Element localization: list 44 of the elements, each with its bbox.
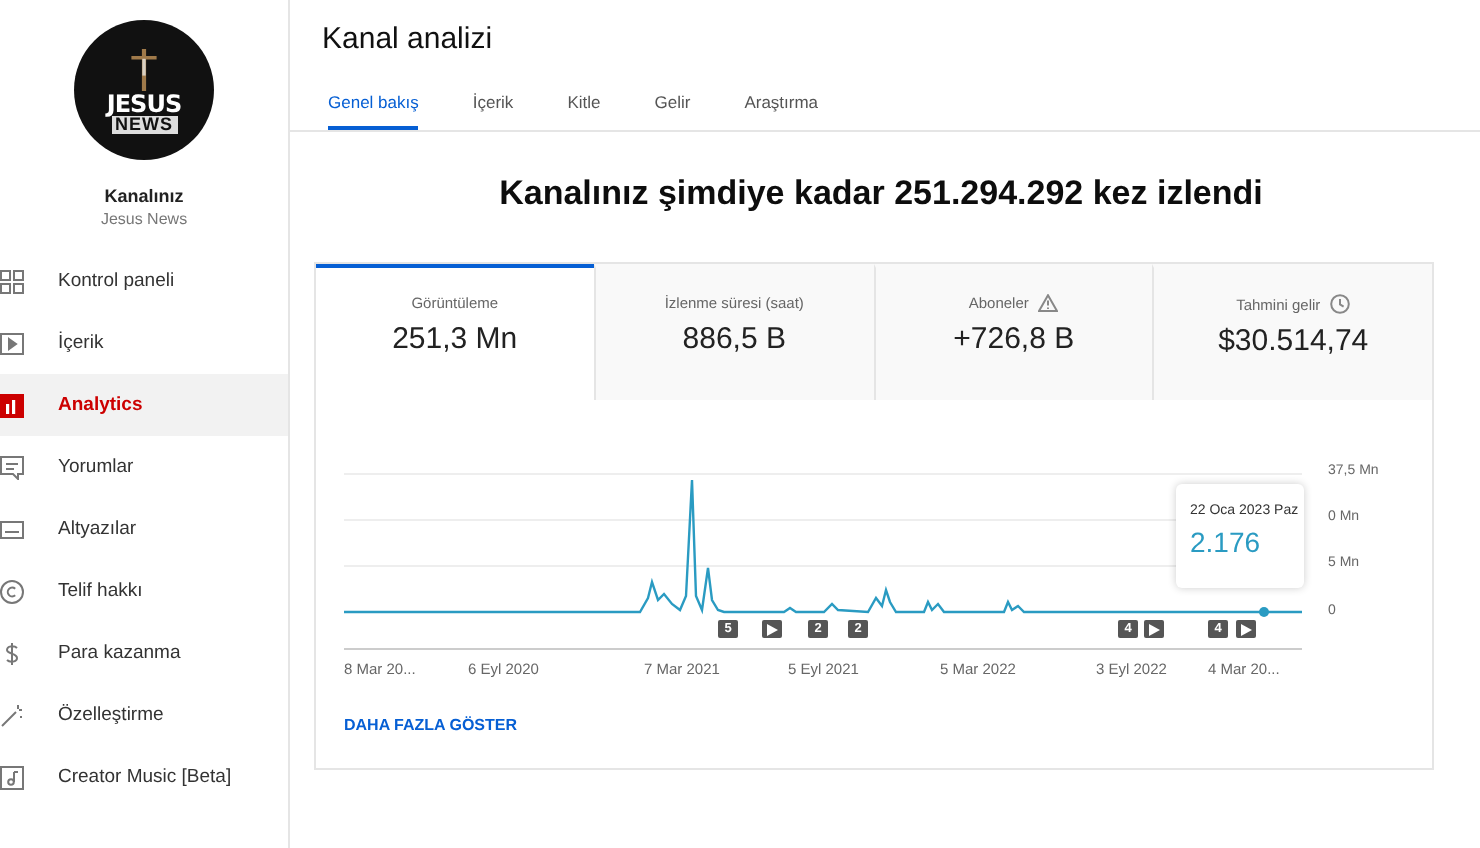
nav-item[interactable]: Kontrol paneli bbox=[0, 250, 288, 312]
metric-value: 251,3 Mn bbox=[392, 322, 518, 356]
play-icon bbox=[0, 331, 24, 355]
bar-chart-icon bbox=[0, 393, 24, 417]
tab[interactable]: İçerik bbox=[472, 88, 514, 130]
subtitles-icon bbox=[0, 517, 24, 541]
tab[interactable]: Genel bakış bbox=[328, 88, 419, 130]
metric-value: 886,5 B bbox=[682, 322, 786, 356]
tab[interactable]: Kitle bbox=[567, 88, 601, 130]
nav-item[interactable]: Özelleştirme bbox=[0, 684, 288, 746]
dollar-icon bbox=[0, 641, 24, 665]
play-icon bbox=[1240, 623, 1252, 635]
cross-icon bbox=[130, 47, 158, 91]
tooltip-value: 2.176 bbox=[1190, 526, 1263, 558]
grid-icon bbox=[0, 269, 24, 293]
nav-item[interactable]: Analytics bbox=[0, 374, 288, 436]
video-marker[interactable] bbox=[1236, 620, 1256, 638]
channel-name: Jesus News bbox=[100, 210, 188, 228]
copyright-icon bbox=[0, 579, 24, 603]
play-icon bbox=[766, 623, 778, 635]
tab[interactable]: Gelir bbox=[654, 88, 691, 130]
channel-label: Kanalınız bbox=[104, 186, 184, 206]
nav-item[interactable]: Para kazanma bbox=[0, 622, 288, 684]
wand-icon bbox=[0, 703, 24, 727]
nav-item[interactable]: Telif hakkı bbox=[0, 560, 288, 622]
nav-item[interactable]: Altyazılar bbox=[0, 498, 288, 560]
show-more-link[interactable]: DAHA FAZLA GÖSTER bbox=[344, 716, 518, 734]
music-note-icon bbox=[0, 765, 24, 789]
tab[interactable]: Araştırma bbox=[744, 88, 819, 130]
headline: Kanalınız şimdiye kadar 251.294.292 kez izlendi bbox=[497, 174, 1265, 214]
nav-item[interactable]: Yorumlar bbox=[0, 436, 288, 498]
nav-item[interactable]: İçerik bbox=[0, 312, 288, 374]
video-marker[interactable] bbox=[1144, 620, 1164, 638]
play-icon bbox=[1148, 623, 1160, 635]
metric-value: +726,8 B bbox=[953, 322, 1075, 356]
video-marker[interactable] bbox=[762, 620, 782, 638]
nav-item[interactable]: Creator Music [Beta] bbox=[0, 746, 288, 808]
clock-icon bbox=[1330, 294, 1351, 314]
metric-value: $30.514,74 bbox=[1218, 324, 1369, 358]
logo-text: NEWS bbox=[111, 115, 177, 133]
logo-text: JESUS bbox=[106, 91, 182, 115]
page-title: Kanal analizi bbox=[322, 22, 495, 56]
warning-icon bbox=[1038, 294, 1059, 312]
comment-icon bbox=[0, 455, 24, 479]
